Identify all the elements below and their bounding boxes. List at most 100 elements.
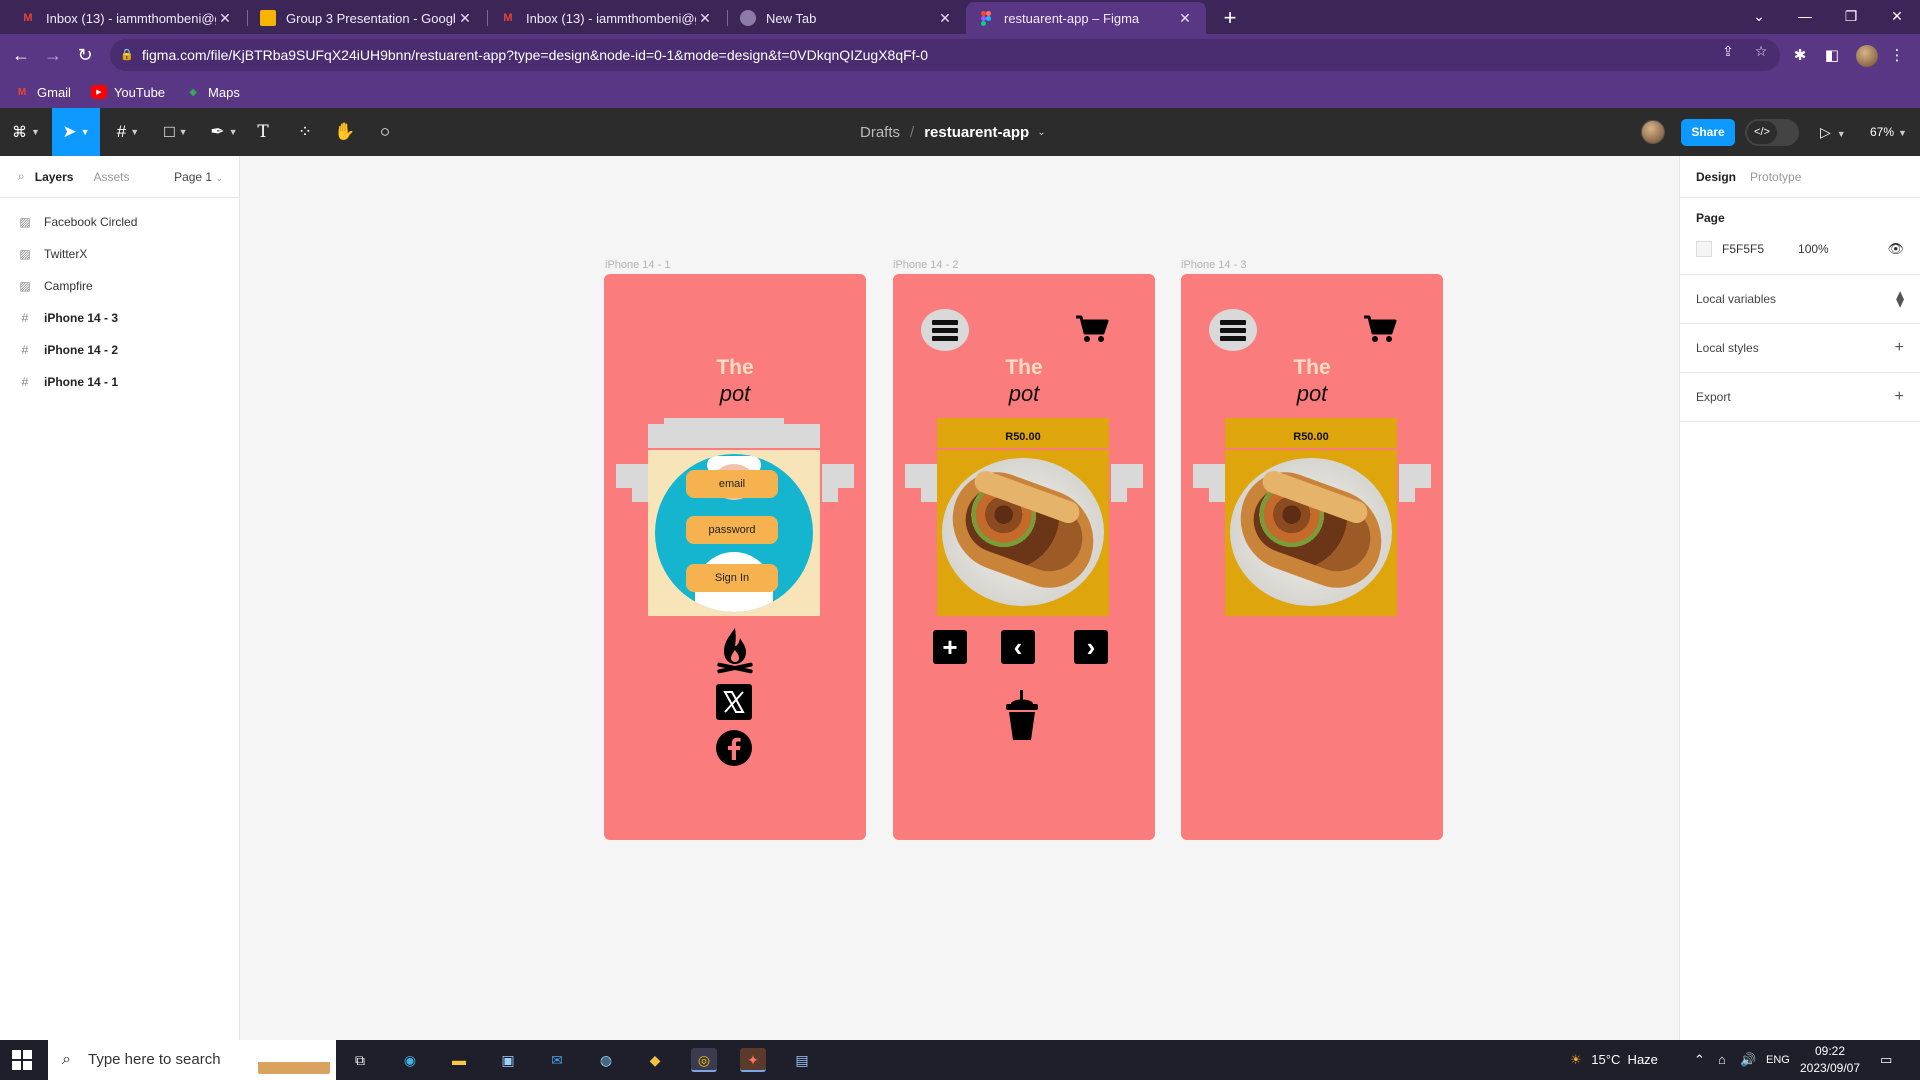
layer-iphone-14-1[interactable]: # iPhone 14 - 1 [0,366,239,398]
zoom-menu[interactable]: 67% ▼ [1870,108,1907,156]
new-tab-button[interactable]: + [1216,4,1244,32]
sliders-icon[interactable]: ⧫ [1896,289,1904,309]
taskbar-search[interactable]: ⌕ Type here to search [48,1040,336,1080]
browser-tab-slides[interactable]: Group 3 Presentation - Google Sl ✕ [248,2,486,34]
close-icon[interactable]: ✕ [456,10,474,27]
hamburger-menu-icon[interactable] [1209,309,1257,351]
share-button[interactable]: Share [1681,119,1735,146]
close-icon[interactable]: ✕ [696,10,714,27]
breadcrumb-drafts[interactable]: Drafts [860,124,900,141]
layer-campfire[interactable]: ▨ Campfire [0,270,239,302]
reload-icon[interactable]: ↻ [72,42,98,68]
tray-chevron-icon[interactable]: ⌃ [1694,1040,1705,1080]
drink-cup-icon[interactable] [1003,690,1041,742]
forward-icon[interactable]: → [40,42,66,68]
hamburger-menu-icon[interactable] [921,309,969,351]
text-tool-button[interactable]: T [250,108,276,156]
next-button[interactable]: › [1074,630,1108,664]
layer-facebook-circled[interactable]: ▨ Facebook Circled [0,206,239,238]
edge-icon[interactable]: ◉ [397,1048,423,1072]
present-button[interactable]: ▷ ▼ [1820,108,1846,156]
eye-icon[interactable]: 👁 [1887,241,1904,257]
store-icon[interactable]: ▣ [495,1048,521,1072]
layer-iphone-14-3[interactable]: # iPhone 14 - 3 [0,302,239,334]
share-page-icon[interactable]: ⇪ [1718,41,1738,61]
iphone-frame-1[interactable]: The pot email password Sign In [604,274,866,840]
tab-design[interactable]: Design [1696,170,1736,184]
clock[interactable]: 09:22 2023/09/07 [1794,1043,1866,1077]
bookmark-youtube[interactable]: ▶ YouTube [90,85,165,100]
browser-tab-gmail-2[interactable]: M Inbox (13) - iammthombeni@gm ✕ [488,2,726,34]
iphone-frame-3[interactable]: The pot R50.00 [1181,274,1443,840]
minimize-button[interactable]: — [1782,0,1828,34]
network-icon[interactable]: ⌂ [1718,1040,1726,1080]
volume-icon[interactable]: 🔊 [1740,1040,1756,1080]
chrome-icon[interactable]: ◎ [691,1048,717,1072]
email-field[interactable]: email [686,470,778,498]
comment-tool-button[interactable]: ○ [370,108,400,156]
file-explorer-icon[interactable]: ▬ [446,1048,472,1072]
close-window-button[interactable]: ✕ [1874,0,1920,34]
pen-tool-button[interactable]: ✒ ▼ [206,108,242,156]
chrome-menu-icon[interactable]: ⋮ [1888,47,1906,65]
side-panel-icon[interactable]: ◧ [1823,47,1841,65]
shape-tool-button[interactable]: □ ▼ [158,108,194,156]
frame-label-2[interactable]: iPhone 14 - 2 [893,259,958,271]
campfire-icon[interactable] [714,626,756,676]
tab-layers[interactable]: Layers [35,170,74,184]
mail-icon[interactable]: ✉ [544,1048,570,1072]
task-view-icon[interactable]: ⧉ [347,1048,373,1072]
bookmark-maps[interactable]: ◆ Maps [185,85,240,100]
chevron-down-icon[interactable]: ⌄ [1037,127,1045,138]
page-selector[interactable]: Page 1 ⌄ [174,170,223,184]
weather-widget[interactable]: ☀ 15°C Haze [1570,1040,1658,1080]
hand-tool-button[interactable]: ✋ [330,108,360,156]
page-color-value[interactable]: F5F5F5 [1722,242,1764,256]
search-icon[interactable]: ⌕ [18,169,25,184]
move-tool-button[interactable]: ➤ ▼ [52,108,100,156]
add-icon[interactable]: + [1895,388,1904,406]
profile-avatar[interactable] [1856,45,1878,67]
frame-label-1[interactable]: iPhone 14 - 1 [605,259,670,271]
browser-tab-newtab[interactable]: New Tab ✕ [728,2,966,34]
stack-app-icon[interactable]: ◆ [642,1048,668,1072]
color-swatch[interactable] [1696,241,1712,257]
sign-in-button[interactable]: Sign In [686,564,778,592]
notepad-icon[interactable]: ▤ [789,1048,815,1072]
extensions-icon[interactable]: ✱ [1791,47,1809,65]
tab-assets[interactable]: Assets [93,170,129,184]
close-icon[interactable]: ✕ [216,10,234,27]
avatar[interactable] [1641,120,1665,144]
close-icon[interactable]: ✕ [1176,10,1194,27]
tab-search-icon[interactable]: ⌄ [1736,0,1782,34]
layer-iphone-14-2[interactable]: # iPhone 14 - 2 [0,334,239,366]
page-fill-row[interactable]: F5F5F5 100% 👁 [1696,232,1904,266]
tab-prototype[interactable]: Prototype [1750,170,1801,184]
main-menu-button[interactable]: ⌘ ▼ [8,108,44,156]
browser-tab-figma[interactable]: restuarent-app – Figma ✕ [966,2,1206,34]
bookmark-star-icon[interactable]: ☆ [1751,41,1771,61]
file-name[interactable]: restuarent-app [924,124,1029,141]
resources-button[interactable]: ⁘ [290,108,320,156]
previous-button[interactable]: ‹ [1001,630,1035,664]
notifications-icon[interactable]: ▭ [1880,1040,1892,1080]
figma-icon[interactable]: ✦ [740,1048,766,1072]
browser-tab-gmail-1[interactable]: M Inbox (13) - iammthombeni@gm ✕ [8,2,246,34]
add-button[interactable]: + [933,630,967,664]
layer-twitterx[interactable]: ▨ TwitterX [0,238,239,270]
back-icon[interactable]: ← [8,42,34,68]
close-icon[interactable]: ✕ [936,10,954,27]
page-opacity-value[interactable]: 100% [1798,242,1829,256]
password-field[interactable]: password [686,516,778,544]
windows-start-icon[interactable] [12,1050,32,1070]
facebook-icon[interactable] [715,729,753,767]
iphone-frame-2[interactable]: The pot R50.00 + ‹ › [893,274,1155,840]
restore-button[interactable]: ❐ [1828,0,1874,34]
bookmark-gmail[interactable]: M Gmail [14,85,71,100]
add-icon[interactable]: + [1895,339,1904,357]
url-field[interactable]: 🔒 figma.com/file/KjBTRba9SUFqX24iUH9bnn/… [110,39,1780,71]
app-icon[interactable]: ◍ [593,1048,619,1072]
dev-mode-toggle[interactable]: </> [1745,119,1799,146]
frame-label-3[interactable]: iPhone 14 - 3 [1181,259,1246,271]
cart-icon[interactable] [1075,314,1109,344]
